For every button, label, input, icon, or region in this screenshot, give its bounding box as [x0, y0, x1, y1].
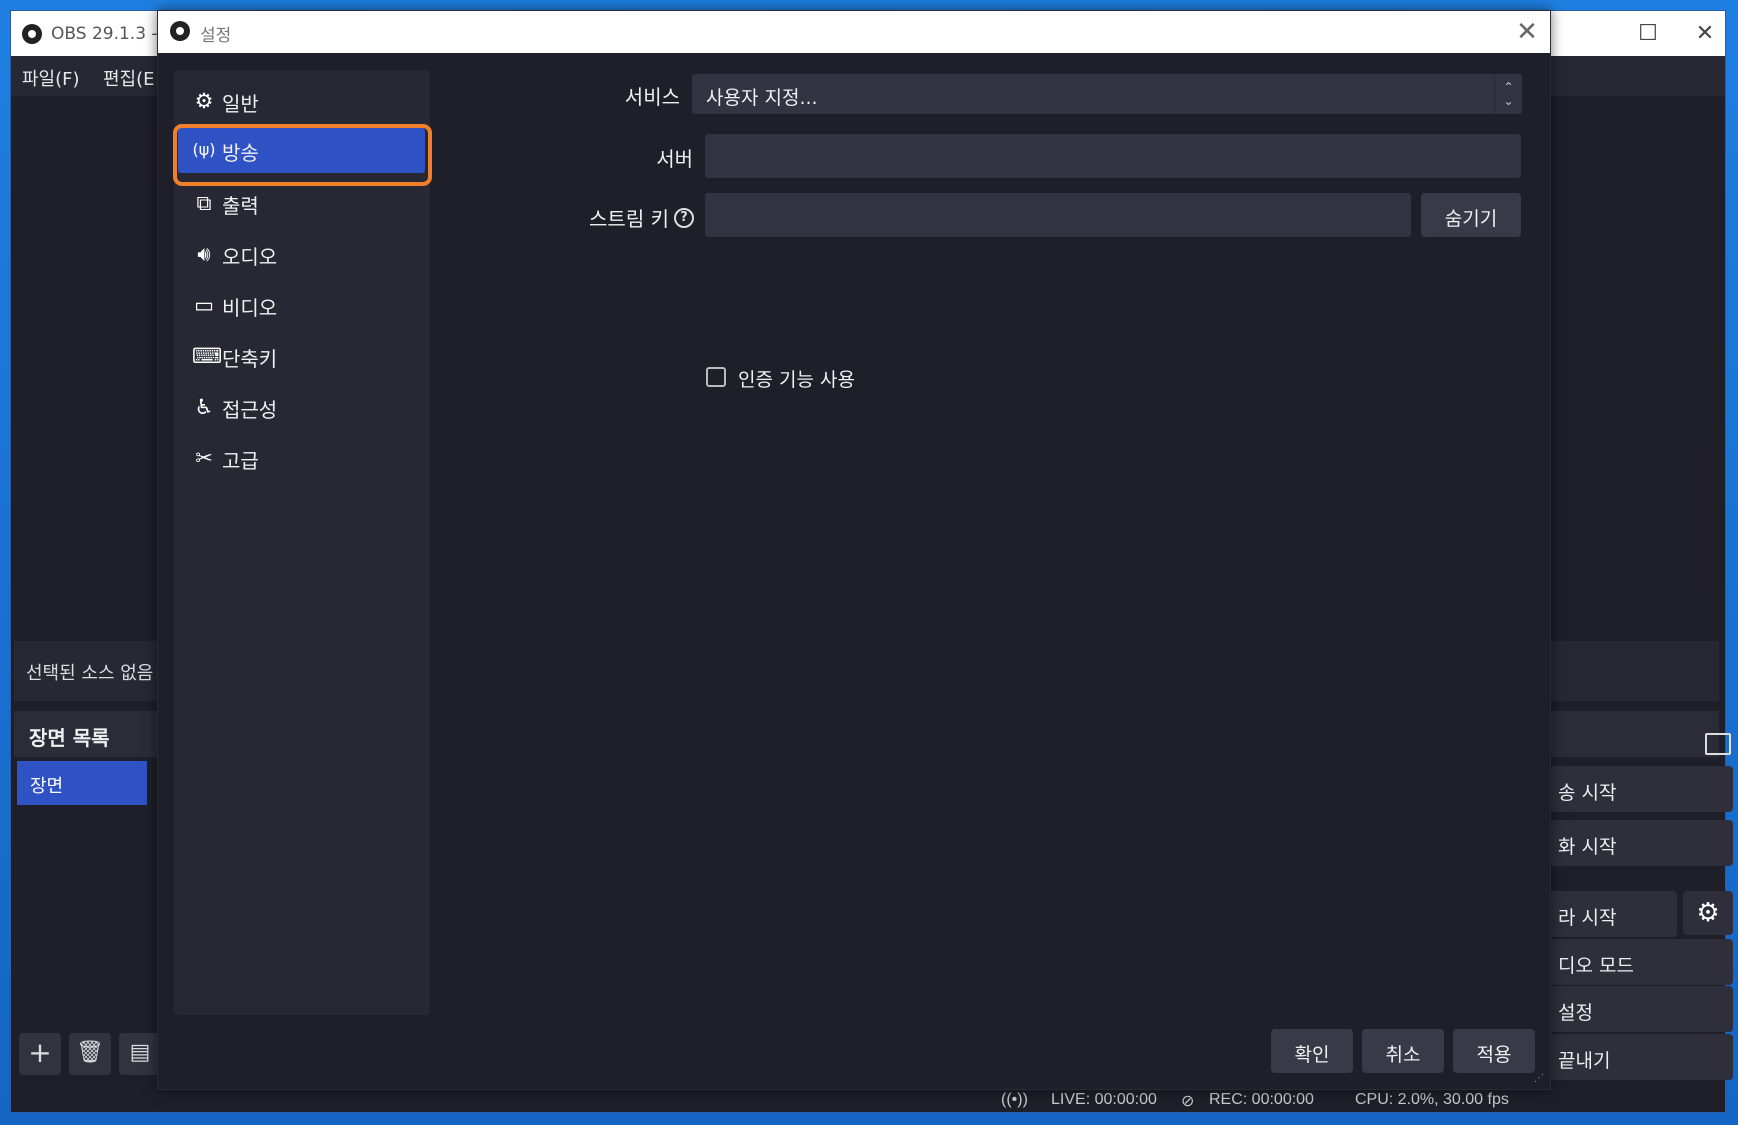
settings-button[interactable]: 설정 — [1543, 986, 1733, 1032]
hide-stream-key-button[interactable]: 숨기기 — [1421, 193, 1521, 237]
sidebar-item-general[interactable]: ⚙ 일반 — [174, 77, 430, 125]
keyboard-icon: ⌨ — [192, 344, 223, 368]
remove-scene-button[interactable]: 🗑 — [69, 1033, 111, 1075]
resize-grip-icon[interactable]: ⋰ — [1534, 1073, 1546, 1085]
use-authentication-checkbox[interactable] — [706, 367, 726, 387]
stream-key-label: 스트림 키 — [589, 207, 669, 231]
exit-button[interactable]: 끝내기 — [1543, 1034, 1733, 1080]
start-virtual-camera-button[interactable]: 라 시작 — [1543, 891, 1677, 937]
undock-icon[interactable] — [1705, 733, 1731, 755]
cancel-button-label: 취소 — [1385, 1044, 1421, 1066]
use-authentication-label[interactable]: 인증 기능 사용 — [738, 365, 855, 392]
cancel-button[interactable]: 취소 — [1362, 1029, 1444, 1073]
menu-edit[interactable]: 편집(E — [103, 65, 155, 91]
sidebar-item-hotkeys[interactable]: ⌨ 단축키 — [174, 332, 430, 380]
sidebar-item-label: 단축키 — [222, 347, 278, 371]
start-recording-button[interactable]: 화 시작 — [1543, 820, 1733, 866]
maximize-icon[interactable]: ☐ — [1628, 19, 1668, 49]
scene-item-label: 장면 — [30, 776, 64, 797]
obs-logo-icon — [170, 21, 190, 41]
start-streaming-label: 송 시작 — [1558, 782, 1617, 804]
speaker-icon: 🔊︎ — [197, 242, 211, 266]
sidebar-item-advanced[interactable]: ✂ 고급 — [174, 434, 430, 482]
server-label: 서버 — [656, 147, 693, 171]
menu-file[interactable]: 파일(F) — [22, 65, 80, 91]
studio-mode-label: 디오 모드 — [1558, 955, 1634, 977]
scenes-header-title: 장면 목록 — [29, 726, 110, 750]
help-icon[interactable]: ? — [674, 208, 694, 228]
rec-timer: REC: 00:00:00 — [1209, 1091, 1314, 1108]
exit-label: 끝내기 — [1558, 1050, 1611, 1072]
apply-button-label: 적용 — [1476, 1044, 1512, 1066]
monitor-icon: ▭ — [194, 293, 214, 317]
sidebar-item-label: 일반 — [222, 92, 259, 116]
virtual-camera-settings-gear-icon[interactable]: ⚙ — [1683, 891, 1733, 935]
live-status-icon: ((•)) — [1001, 1091, 1028, 1108]
sidebar-item-audio[interactable]: 🔊︎ 오디오 — [174, 230, 430, 278]
add-scene-button[interactable]: + — [19, 1033, 61, 1075]
start-streaming-button[interactable]: 송 시작 — [1543, 766, 1733, 812]
filter-icon: ▤ — [129, 1040, 151, 1065]
sidebar-item-stream[interactable]: (ψ) 방송 — [178, 128, 425, 173]
studio-mode-button[interactable]: 디오 모드 — [1543, 939, 1733, 985]
sidebar-item-video[interactable]: ▭ 비디오 — [174, 281, 430, 329]
accessibility-icon: ♿︎ — [194, 395, 214, 419]
plus-icon: + — [28, 1036, 52, 1069]
ok-button[interactable]: 확인 — [1271, 1029, 1353, 1073]
settings-label: 설정 — [1558, 1002, 1593, 1024]
start-recording-label: 화 시작 — [1558, 836, 1617, 858]
hide-button-label: 숨기기 — [1444, 208, 1498, 230]
sidebar-item-label: 오디오 — [222, 245, 278, 269]
sidebar-item-label: 고급 — [222, 449, 259, 473]
gear-icon: ⚙ — [194, 89, 214, 113]
sidebar-item-accessibility[interactable]: ♿︎ 접근성 — [174, 383, 430, 431]
sidebar-item-label: 출력 — [222, 194, 259, 218]
no-source-selected-text: 선택된 소스 없음 — [26, 663, 154, 684]
sidebar-item-label: 접근성 — [222, 398, 278, 422]
scene-list-item[interactable]: 장면 — [17, 761, 147, 805]
settings-dialog: 설정 ✕ ⚙ 일반 (ψ) 방송 ⧉ 출력 🔊︎ 오디오 ▭ 비디오 ⌨ 단축키… — [157, 10, 1551, 1090]
stream-key-input[interactable] — [705, 193, 1411, 237]
obs-logo-icon — [22, 24, 42, 44]
tools-icon: ✂ — [195, 446, 213, 470]
sidebar-item-output[interactable]: ⧉ 출력 — [174, 179, 430, 227]
server-input[interactable] — [705, 134, 1521, 178]
service-select[interactable]: 사용자 지정... ⌃ ⌄ — [692, 74, 1522, 114]
antenna-icon: (ψ) — [192, 140, 216, 159]
dialog-close-icon[interactable]: ✕ — [1510, 15, 1544, 49]
scene-filter-button[interactable]: ▤ — [119, 1033, 161, 1075]
main-window-title: OBS 29.1.3 - — [51, 24, 158, 44]
close-icon[interactable]: ✕ — [1685, 19, 1725, 49]
cpu-fps-readout: CPU: 2.0%, 30.00 fps — [1355, 1091, 1509, 1108]
rec-status-icon: ⊘ — [1181, 1093, 1195, 1110]
trash-icon: 🗑 — [76, 1040, 104, 1065]
live-timer: LIVE: 00:00:00 — [1051, 1091, 1157, 1108]
service-select-value: 사용자 지정... — [706, 87, 818, 109]
sidebar-item-label: 방송 — [222, 141, 259, 165]
service-label: 서비스 — [624, 85, 680, 109]
ok-button-label: 확인 — [1294, 1044, 1330, 1066]
dialog-title: 설정 — [200, 26, 232, 46]
settings-sidebar: ⚙ 일반 (ψ) 방송 ⧉ 출력 🔊︎ 오디오 ▭ 비디오 ⌨ 단축키 ♿︎ 접… — [174, 70, 430, 1015]
start-virtual-camera-label: 라 시작 — [1558, 907, 1617, 929]
sidebar-item-label: 비디오 — [222, 296, 278, 320]
apply-button[interactable]: 적용 — [1453, 1029, 1535, 1073]
output-icon: ⧉ — [196, 191, 212, 215]
dialog-titlebar: 설정 ✕ — [158, 11, 1550, 53]
chevron-updown-icon: ⌃ ⌄ — [1494, 74, 1522, 114]
